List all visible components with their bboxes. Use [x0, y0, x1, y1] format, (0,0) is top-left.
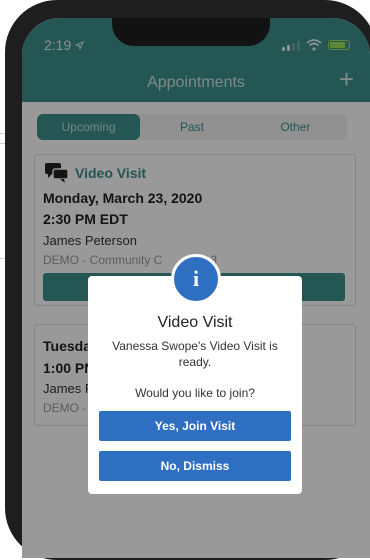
phone-frame: 2:19 Appointments + Upcoming Past Other … [5, 0, 370, 560]
info-icon: i [171, 254, 221, 304]
video-visit-dialog: Video Visit Vanessa Swope's Video Visit … [88, 276, 302, 494]
screen: 2:19 Appointments + Upcoming Past Other … [22, 18, 370, 558]
join-visit-confirm-button[interactable]: Yes, Join Visit [99, 411, 291, 441]
dialog-question: Would you like to join? [135, 386, 255, 400]
dialog-message: Vanessa Swope's Video Visit is ready. [112, 339, 278, 369]
dismiss-button[interactable]: No, Dismiss [99, 451, 291, 481]
dialog-title: Video Visit [157, 314, 233, 331]
